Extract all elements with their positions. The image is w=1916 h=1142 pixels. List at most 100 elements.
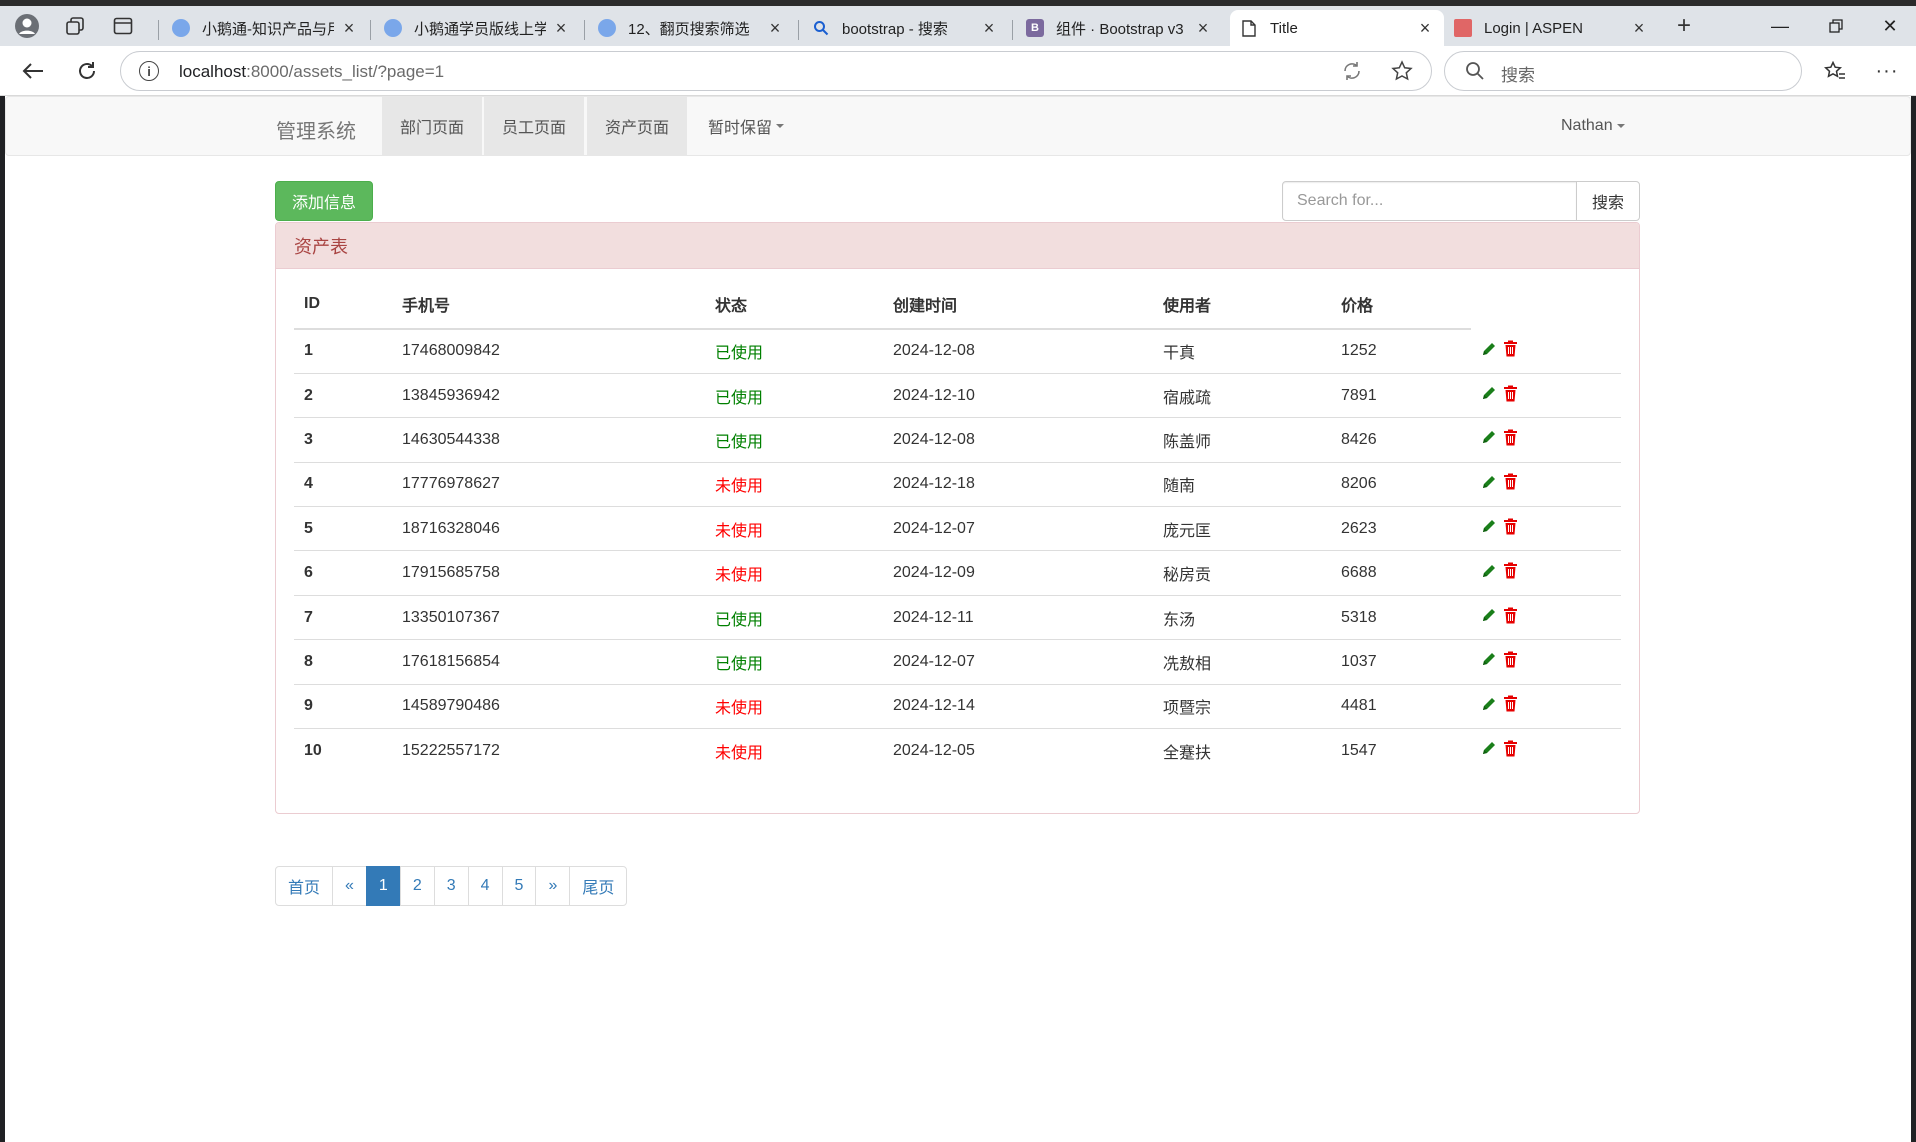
cell-phone: 17776978627 bbox=[392, 461, 705, 507]
refresh-icon[interactable] bbox=[70, 54, 104, 88]
page-3[interactable]: 3 bbox=[433, 866, 469, 906]
delete-trash-icon[interactable] bbox=[1503, 429, 1518, 451]
cell-user: 冼敖相 bbox=[1153, 639, 1331, 685]
page-last[interactable]: 尾页 bbox=[569, 866, 628, 906]
minimize-icon[interactable]: — bbox=[1752, 6, 1808, 46]
cell-created: 2024-12-09 bbox=[883, 550, 1153, 596]
cell-created: 2024-12-11 bbox=[883, 594, 1153, 640]
new-tab-icon[interactable]: + bbox=[1666, 6, 1702, 46]
delete-trash-icon[interactable] bbox=[1503, 385, 1518, 407]
cell-actions bbox=[1471, 639, 1621, 685]
browser-tab[interactable]: 小鹅通学员版线上学习... × bbox=[374, 10, 580, 46]
cell-price: 1252 bbox=[1331, 328, 1471, 374]
collections-icon[interactable] bbox=[58, 6, 92, 46]
delete-trash-icon[interactable] bbox=[1503, 607, 1518, 629]
close-tab-icon[interactable]: × bbox=[552, 18, 570, 39]
page-1[interactable]: 1 bbox=[365, 866, 401, 906]
profile-icon[interactable] bbox=[8, 6, 46, 46]
close-tab-icon[interactable]: × bbox=[340, 18, 358, 39]
cell-actions bbox=[1471, 372, 1621, 418]
page-2[interactable]: 2 bbox=[399, 866, 435, 906]
tab-separator bbox=[1012, 20, 1013, 40]
edit-pencil-icon[interactable] bbox=[1481, 518, 1497, 539]
nav-assets[interactable]: 资产页面 bbox=[587, 97, 688, 155]
edit-pencil-icon[interactable] bbox=[1481, 429, 1497, 450]
close-tab-icon[interactable]: × bbox=[1630, 18, 1648, 39]
delete-trash-icon[interactable] bbox=[1503, 340, 1518, 362]
edit-pencil-icon[interactable] bbox=[1481, 607, 1497, 628]
nav-departments[interactable]: 部门页面 bbox=[382, 97, 483, 155]
translate-icon[interactable] bbox=[1341, 60, 1363, 88]
add-info-button[interactable]: 添加信息 bbox=[275, 181, 373, 221]
cell-phone: 13845936942 bbox=[392, 372, 705, 418]
favorite-star-icon[interactable] bbox=[1391, 60, 1413, 88]
tab-separator bbox=[798, 20, 799, 40]
web-search-box[interactable]: 搜索 bbox=[1444, 51, 1802, 91]
browser-tab[interactable]: 小鹅通-知识产品与用户... × bbox=[162, 10, 368, 46]
cell-created: 2024-12-07 bbox=[883, 506, 1153, 551]
close-window-icon[interactable]: ✕ bbox=[1862, 6, 1916, 46]
browser-tab[interactable]: 12、翻页搜索筛选 × bbox=[588, 10, 794, 46]
cell-price: 4481 bbox=[1331, 683, 1471, 729]
xiaoe-favicon-icon bbox=[384, 19, 402, 37]
pagination: 首页 « 1 2 3 4 5 » 尾页 bbox=[275, 866, 628, 906]
cell-id: 1 bbox=[294, 328, 392, 374]
cell-created: 2024-12-07 bbox=[883, 639, 1153, 685]
edit-pencil-icon[interactable] bbox=[1481, 563, 1497, 584]
cell-status: 已使用 bbox=[705, 639, 883, 685]
nav-label: 暂时保留 bbox=[708, 120, 773, 137]
close-tab-icon[interactable]: × bbox=[980, 18, 998, 39]
delete-trash-icon[interactable] bbox=[1503, 651, 1518, 673]
page-4[interactable]: 4 bbox=[467, 866, 503, 906]
navbar-brand[interactable]: 管理系统 bbox=[276, 115, 356, 144]
site-info-icon[interactable]: i bbox=[139, 61, 159, 81]
delete-trash-icon[interactable] bbox=[1503, 695, 1518, 717]
back-icon[interactable] bbox=[16, 54, 50, 88]
browser-tab-active[interactable]: Title × bbox=[1230, 10, 1444, 46]
column-header: 状态 bbox=[705, 279, 883, 330]
delete-trash-icon[interactable] bbox=[1503, 740, 1518, 762]
nav-reserved-dropdown[interactable]: 暂时保留 bbox=[690, 97, 802, 155]
top-navbar: 管理系统 部门页面 员工页面 资产页面 暂时保留 Nathan bbox=[5, 96, 1911, 156]
edit-pencil-icon[interactable] bbox=[1481, 474, 1497, 495]
browser-tab[interactable]: Login | ASPEN × bbox=[1444, 10, 1658, 46]
cell-status: 已使用 bbox=[705, 417, 883, 463]
cell-price: 1547 bbox=[1331, 728, 1471, 773]
cell-user: 陈盖师 bbox=[1153, 417, 1331, 463]
close-tab-icon[interactable]: × bbox=[1416, 18, 1434, 39]
edit-pencil-icon[interactable] bbox=[1481, 385, 1497, 406]
search-input[interactable] bbox=[1282, 181, 1577, 221]
vertical-tabs-icon[interactable] bbox=[106, 6, 140, 46]
cell-phone: 13350107367 bbox=[392, 594, 705, 640]
edit-pencil-icon[interactable] bbox=[1481, 341, 1497, 362]
delete-trash-icon[interactable] bbox=[1503, 473, 1518, 495]
cell-status: 已使用 bbox=[705, 594, 883, 640]
cell-status: 未使用 bbox=[705, 461, 883, 507]
close-tab-icon[interactable]: × bbox=[1194, 18, 1212, 39]
url-bar[interactable]: i localhost:8000/assets_list/?page=1 bbox=[120, 51, 1432, 91]
restore-icon[interactable] bbox=[1808, 6, 1864, 46]
edit-pencil-icon[interactable] bbox=[1481, 651, 1497, 672]
cell-status: 未使用 bbox=[705, 728, 883, 773]
search-button[interactable]: 搜索 bbox=[1576, 181, 1640, 221]
page-5[interactable]: 5 bbox=[501, 866, 537, 906]
delete-trash-icon[interactable] bbox=[1503, 518, 1518, 540]
edit-pencil-icon[interactable] bbox=[1481, 696, 1497, 717]
cell-user: 项暨宗 bbox=[1153, 683, 1331, 729]
cell-phone: 14589790486 bbox=[392, 683, 705, 729]
user-menu-dropdown[interactable]: Nathan bbox=[1543, 97, 1643, 155]
close-tab-icon[interactable]: × bbox=[766, 18, 784, 39]
delete-trash-icon[interactable] bbox=[1503, 562, 1518, 584]
cell-created: 2024-12-08 bbox=[883, 417, 1153, 463]
page-next[interactable]: » bbox=[535, 866, 571, 906]
tab-title: 小鹅通学员版线上学习... bbox=[414, 20, 546, 38]
page-prev[interactable]: « bbox=[332, 866, 367, 906]
page-first[interactable]: 首页 bbox=[275, 866, 334, 906]
favorites-icon[interactable] bbox=[1818, 54, 1852, 88]
edit-pencil-icon[interactable] bbox=[1481, 740, 1497, 761]
column-header: 价格 bbox=[1331, 279, 1471, 330]
browser-tab[interactable]: B 组件 · Bootstrap v3 中... × bbox=[1016, 10, 1222, 46]
browser-tab[interactable]: bootstrap - 搜索 × bbox=[802, 10, 1008, 46]
more-menu-icon[interactable]: ··· bbox=[1870, 54, 1904, 88]
nav-employees[interactable]: 员工页面 bbox=[484, 97, 585, 155]
